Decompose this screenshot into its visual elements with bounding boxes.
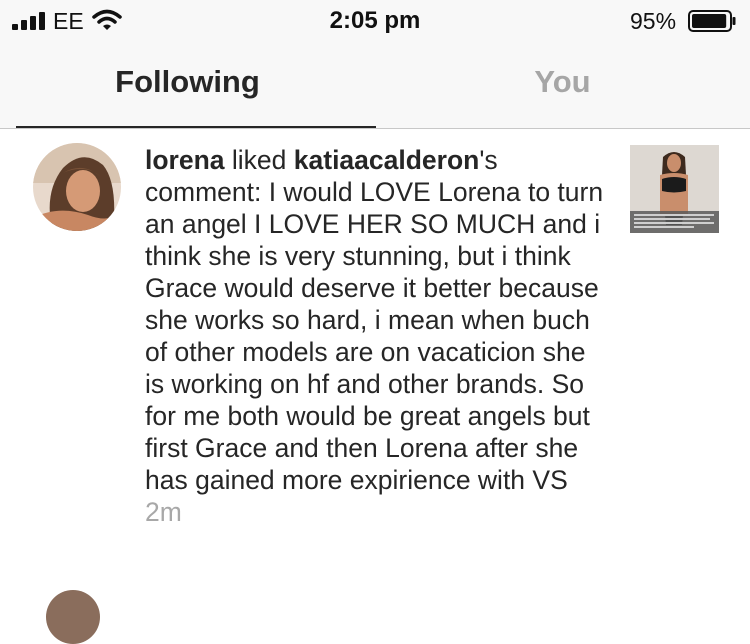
activity-tabs: Following You [0, 42, 750, 129]
target-username[interactable]: katiaacalderon [294, 145, 480, 175]
avatar[interactable] [33, 143, 121, 231]
post-thumbnail-image [630, 145, 719, 233]
comment-text: I would LOVE Lorena to turn an angel I L… [145, 177, 604, 495]
tab-you[interactable]: You [375, 64, 750, 100]
active-tab-indicator [16, 126, 376, 128]
actor-username[interactable]: lorena [145, 145, 225, 175]
activity-timestamp: 2m [145, 497, 182, 527]
next-item-avatar[interactable] [46, 590, 100, 644]
post-thumbnail[interactable] [630, 145, 719, 233]
tab-following[interactable]: Following [0, 64, 375, 100]
status-bar: EE 2:05 pm 95% [0, 0, 750, 42]
activity-text: lorena liked katiaacalderon's comment: I… [145, 144, 605, 528]
battery-percent: 95% [630, 8, 677, 34]
battery-icon [688, 10, 736, 32]
activity-action: liked [224, 145, 294, 175]
avatar-image [33, 143, 121, 231]
activity-item[interactable]: lorena liked katiaacalderon's comment: I… [0, 129, 750, 569]
